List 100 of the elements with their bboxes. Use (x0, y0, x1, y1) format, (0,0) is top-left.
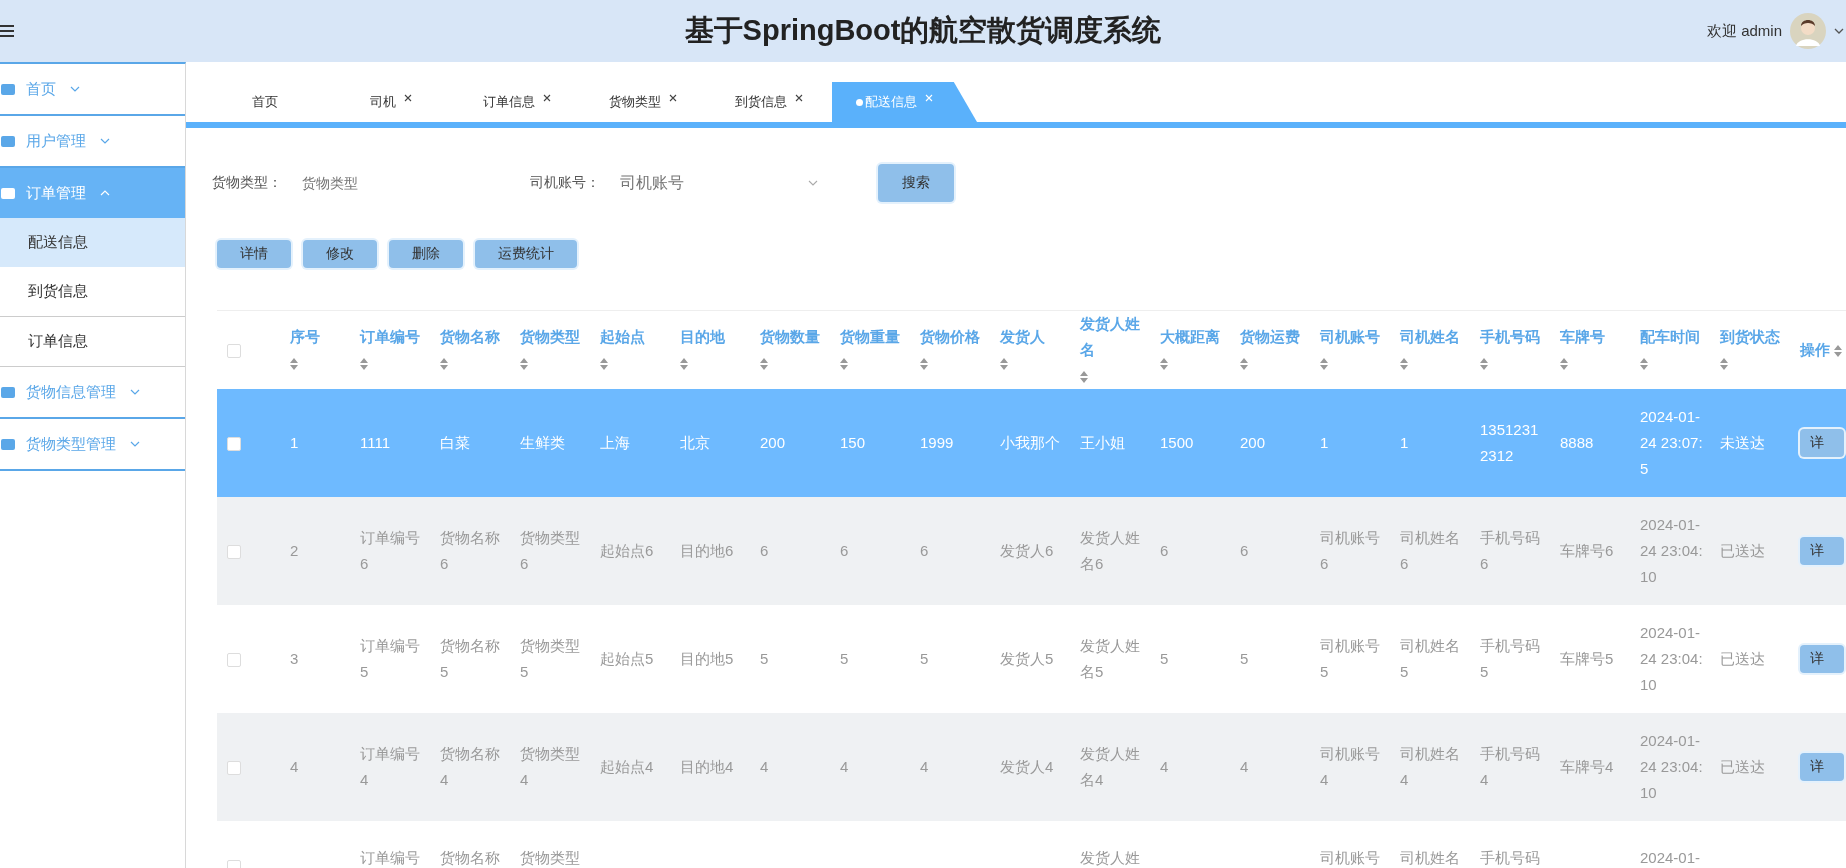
table-cell: 200 (1240, 434, 1266, 451)
sort-icon[interactable] (1400, 358, 1408, 371)
column-header[interactable]: 订单编号 (360, 324, 424, 350)
tab[interactable]: 货物类型 (580, 82, 706, 122)
action-button[interactable]: 删除 (389, 240, 463, 268)
table-cell: 5 (920, 650, 929, 667)
table-row[interactable]: 3 订单编号5 货物名称5 货物类型5 起始点5 目的地5 5 5 5 发货人5 发货人姓名5 5 5 司机账号5 司机姓名5 手机号码5 车牌号5 2024-01-24 23:04:10 已送达 详 (217, 605, 1846, 713)
table-cell: 已送达 (1720, 758, 1765, 775)
submenu-item[interactable]: 订单信息 (0, 317, 185, 367)
sort-icon[interactable] (920, 358, 928, 371)
table-row[interactable]: 2 订单编号6 货物名称6 货物类型6 起始点6 目的地6 6 6 6 发货人6 发货人姓名6 6 6 司机账号6 司机姓名6 手机号码6 车牌号6 2024-01-24 23:04:10 已送达 详 (217, 497, 1846, 605)
close-icon[interactable] (669, 94, 677, 102)
sort-icon[interactable] (360, 358, 368, 371)
checkbox[interactable] (227, 653, 241, 668)
sidebar-item[interactable]: 货物类型管理 (0, 419, 185, 471)
checkbox[interactable] (227, 437, 241, 452)
sort-icon[interactable] (1480, 358, 1488, 371)
table-cell: 4 (760, 758, 769, 775)
table-cell: 司机账号5 (1320, 637, 1380, 680)
column-header[interactable]: 发货人 (1000, 324, 1064, 350)
submenu-item[interactable]: 到货信息 (0, 267, 185, 317)
tab[interactable]: 配送信息 (832, 82, 977, 122)
tab[interactable]: 司机 (328, 82, 454, 122)
detail-button[interactable]: 详 (1800, 537, 1844, 565)
action-button[interactable]: 修改 (303, 240, 377, 268)
table-cell: 订单编号4 (360, 745, 420, 788)
column-header[interactable]: 操作 (1800, 341, 1830, 358)
sort-icon[interactable] (1720, 358, 1728, 371)
table-cell: 1 (1400, 434, 1409, 451)
table-cell: 司机账号4 (1320, 745, 1380, 788)
table-cell: 150 (840, 434, 866, 451)
sidebar-item[interactable]: 订单管理 (0, 168, 185, 218)
action-button[interactable]: 运费统计 (475, 240, 577, 268)
sort-icon[interactable] (1640, 358, 1648, 371)
column-header[interactable]: 发货人姓名 (1080, 311, 1144, 363)
sort-icon[interactable] (600, 358, 608, 371)
table-cell: 手机号码5 (1480, 637, 1540, 680)
sort-icon[interactable] (680, 358, 688, 371)
sort-icon[interactable] (1560, 358, 1568, 371)
detail-button[interactable]: 详 (1800, 645, 1844, 673)
sidebar-item[interactable]: 首页 (0, 64, 185, 116)
checkbox[interactable] (227, 761, 241, 776)
column-header[interactable]: 货物类型 (520, 324, 584, 350)
column-header[interactable]: 货物名称 (440, 324, 504, 350)
column-header[interactable]: 序号 (290, 324, 344, 350)
column-header[interactable]: 货物重量 (840, 324, 904, 350)
column-header[interactable]: 货物运费 (1240, 324, 1304, 350)
column-header[interactable]: 货物价格 (920, 324, 984, 350)
sidebar-item[interactable]: 货物信息管理 (0, 367, 185, 419)
sort-icon[interactable] (520, 358, 528, 371)
checkbox[interactable] (227, 545, 241, 560)
sort-icon[interactable] (1000, 358, 1008, 371)
column-header[interactable]: 目的地 (680, 324, 744, 350)
menu-icon[interactable] (0, 25, 14, 37)
detail-button[interactable]: 详 (1800, 753, 1844, 781)
sort-icon[interactable] (1240, 358, 1248, 371)
sort-icon[interactable] (1080, 371, 1088, 384)
column-header[interactable]: 到货状态 (1720, 324, 1784, 350)
sort-icon[interactable] (290, 358, 298, 371)
field-label: 司机账号： (530, 174, 600, 192)
action-button[interactable]: 详情 (217, 240, 291, 268)
submenu-item[interactable]: 配送信息 (0, 218, 185, 267)
table-cell: 发货人姓名6 (1080, 529, 1140, 572)
column-header[interactable]: 起始点 (600, 324, 664, 350)
table-cell: 3 (290, 650, 299, 667)
sort-icon[interactable] (1320, 358, 1328, 371)
sort-icon[interactable] (1834, 345, 1843, 358)
table-cell: 货物类型6 (520, 529, 580, 572)
sort-icon[interactable] (1160, 358, 1168, 371)
checkbox[interactable] (227, 344, 241, 359)
sort-icon[interactable] (440, 358, 448, 371)
column-header[interactable]: 货物数量 (760, 324, 824, 350)
column-header[interactable]: 手机号码 (1480, 324, 1544, 350)
column-header[interactable]: 大概距离 (1160, 324, 1224, 350)
avatar-icon[interactable] (1790, 13, 1826, 49)
column-header[interactable]: 司机账号 (1320, 324, 1384, 350)
menu-item-icon (0, 133, 16, 149)
sort-icon[interactable] (760, 358, 768, 371)
tab[interactable]: 订单信息 (454, 82, 580, 122)
close-icon[interactable] (795, 94, 803, 102)
detail-button[interactable]: 详 (1800, 429, 1844, 457)
table-row[interactable]: 1 1111 白菜 生鲜类 上海 北京 200 150 1999 小我那个 王小姐 1500 200 1 1 13512312312 8888 2024-01-24 23:07:5 未送达 详 (217, 389, 1846, 497)
column-header[interactable]: 车牌号 (1560, 324, 1624, 350)
chevron-down-icon[interactable] (1834, 28, 1844, 34)
input-field[interactable]: 货物类型 (300, 174, 454, 192)
column-header[interactable]: 配车时间 (1640, 324, 1704, 350)
table-cell: 发货人姓 (1080, 849, 1140, 866)
tab[interactable]: 首页 (202, 82, 328, 122)
table-row[interactable]: 订单编号 货物名称 货物类型 发货人姓 司机账号 司机姓名 手机号码 2024-01- (217, 821, 1846, 868)
table-cell: 手机号码6 (1480, 529, 1540, 572)
select-field[interactable]: 司机账号 (618, 173, 772, 193)
table-cell: 货物类型4 (520, 745, 580, 788)
sort-icon[interactable] (840, 358, 848, 371)
tab[interactable]: 到货信息 (706, 82, 832, 122)
close-icon[interactable] (404, 94, 412, 102)
table-cell: 起始点6 (600, 542, 654, 559)
table-cell: 上海 (600, 434, 630, 451)
column-header[interactable]: 司机姓名 (1400, 324, 1464, 350)
search-button[interactable]: 搜索 (878, 164, 954, 202)
close-icon[interactable] (543, 94, 551, 102)
